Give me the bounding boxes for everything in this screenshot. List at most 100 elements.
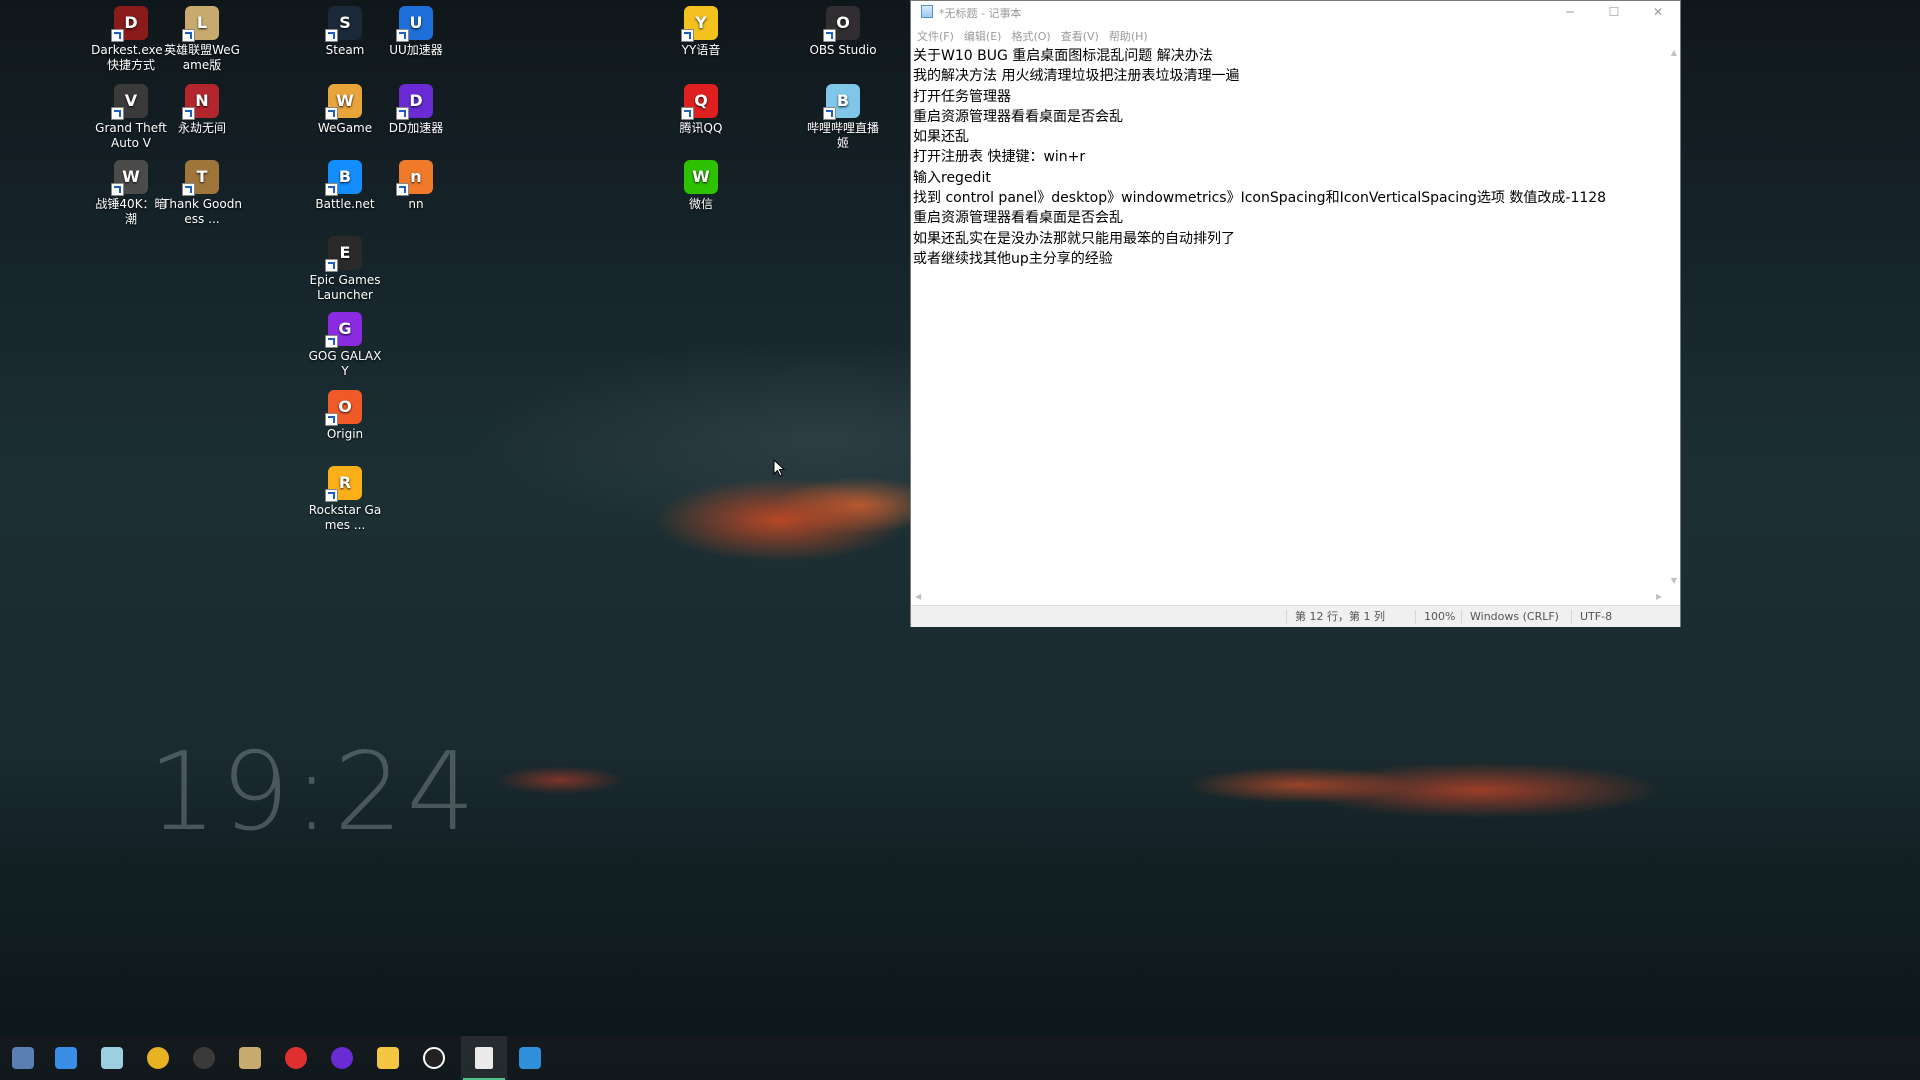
- darktide-icon: W: [111, 160, 148, 196]
- desktop-icon-nn[interactable]: n nn: [376, 160, 456, 212]
- scroll-down-icon[interactable]: ▼: [1670, 577, 1678, 585]
- notepad-titlebar[interactable]: *无标题 - 记事本 ─ ☐ ✕: [911, 1, 1680, 23]
- league-of-legends-icon: L: [182, 6, 219, 42]
- vertical-scrollbar[interactable]: ▲ ▼: [1668, 45, 1680, 591]
- desktop-icon-epic[interactable]: E Epic Games Launcher: [305, 236, 385, 303]
- desktop-icon-bilibili-live[interactable]: B 哔哩哔哩直播姬: [803, 84, 883, 151]
- battlenet-icon: B: [325, 160, 362, 196]
- desktop-icon-origin[interactable]: O Origin: [305, 390, 385, 442]
- desktop-icon-steam[interactable]: S Steam: [305, 6, 385, 58]
- qq-icon: Q: [681, 84, 718, 120]
- desktop-icon-battlenet[interactable]: B Battle.net: [305, 160, 385, 212]
- menu-edit[interactable]: 编辑(E): [958, 25, 1006, 44]
- desktop-icon-dd[interactable]: D DD加速器: [376, 84, 456, 136]
- taskbar-blue-app[interactable]: [43, 1036, 89, 1080]
- desktop-icon-naraka[interactable]: N 永劫无间: [162, 84, 242, 136]
- horizontal-scrollbar[interactable]: ◀ ▶: [911, 591, 1668, 603]
- editor-line: 输入regedit: [913, 169, 991, 186]
- light-blue-app-icon: [101, 1047, 123, 1069]
- text-editor[interactable]: 关于W10 BUG 重启桌面图标混乱问题 解决办法 我的解决方法 用火绒清理垃圾…: [913, 46, 1665, 591]
- desktop-icon-wegame[interactable]: W WeGame: [305, 84, 385, 136]
- editor-line: 如果还乱: [913, 129, 969, 146]
- desktop-icon-yy[interactable]: Y YY语音: [661, 6, 741, 58]
- zoom-level: 100%: [1415, 610, 1464, 624]
- desktop-icon-wechat[interactable]: W 微信: [661, 160, 741, 212]
- origin-icon: O: [325, 390, 362, 426]
- desktop-icon-label: 英雄联盟WeGame版: [164, 43, 240, 72]
- taskbar-notepad[interactable]: [461, 1036, 507, 1080]
- thank-goodness-icon: T: [182, 160, 219, 196]
- desktop-manager-icon: [12, 1047, 34, 1069]
- obs-studio-icon: O: [823, 6, 860, 42]
- taskbar-dd-accelerator[interactable]: [319, 1036, 365, 1080]
- desktop-icon-label: 永劫无间: [177, 121, 226, 135]
- desktop-background: D Darkest.exe - 快捷方式 L 英雄联盟WeGame版 V Gra…: [0, 0, 1920, 1080]
- editor-line: 重启资源管理器看看桌面是否会乱: [913, 210, 1123, 227]
- scroll-left-icon[interactable]: ◀: [915, 593, 923, 601]
- taskbar-file-explorer[interactable]: [365, 1036, 411, 1080]
- desktop-icon-label: Darkest.exe - 快捷方式: [91, 43, 171, 72]
- logitech-ghub-icon: [423, 1047, 445, 1069]
- taskbar-light-blue-app[interactable]: [89, 1036, 135, 1080]
- status-bar: 第 12 行，第 1 列 100% Windows (CRLF) UTF-8: [911, 605, 1680, 627]
- desktop-icon-label: Epic Games Launcher: [309, 273, 381, 302]
- chrome-icon: [147, 1047, 169, 1069]
- desktop-icon-label: 哔哩哔哩直播姬: [806, 121, 879, 150]
- scroll-up-icon[interactable]: ▲: [1670, 49, 1678, 57]
- obs-icon: [193, 1047, 215, 1069]
- menu-format[interactable]: 格式(O): [1005, 25, 1054, 44]
- desktop-icon-label: 腾讯QQ: [679, 121, 723, 135]
- close-button[interactable]: ✕: [1636, 1, 1680, 23]
- menu-help[interactable]: 帮助(H): [1103, 25, 1152, 44]
- taskbar-obs[interactable]: [181, 1036, 227, 1080]
- desktop-icon-label: 微信: [688, 197, 713, 211]
- league-client-icon: [239, 1047, 261, 1069]
- desktop-icon-darkest[interactable]: D Darkest.exe - 快捷方式: [91, 6, 171, 73]
- notepad-window[interactable]: *无标题 - 记事本 ─ ☐ ✕ 文件(F) 编辑(E) 格式(O) 查看(V) 帮助(…: [910, 0, 1681, 627]
- taskbar-logitech-ghub[interactable]: [411, 1036, 457, 1080]
- desktop-icon-gog[interactable]: G GOG GALAXY: [305, 312, 385, 379]
- taskbar-league-client[interactable]: [227, 1036, 273, 1080]
- taskbar-desktop-manager[interactable]: [0, 1036, 46, 1080]
- desktop-icon-darktide[interactable]: W 战锤40K：暗潮: [91, 160, 171, 227]
- desktop-icon-uu[interactable]: U UU加速器: [376, 6, 456, 58]
- gog-galaxy-icon: G: [325, 312, 362, 348]
- scroll-right-icon[interactable]: ▶: [1656, 593, 1664, 601]
- minimize-button[interactable]: ─: [1548, 1, 1592, 23]
- maximize-button[interactable]: ☐: [1592, 1, 1636, 23]
- desktop-icon-obs[interactable]: O OBS Studio: [803, 6, 883, 58]
- naraka-icon: N: [182, 84, 219, 120]
- blue-app-icon: [55, 1047, 77, 1069]
- netease-music-icon: [285, 1047, 307, 1069]
- dd-accelerator-icon: D: [396, 84, 433, 120]
- menu-view[interactable]: 查看(V): [1055, 25, 1103, 44]
- dd-accelerator-icon: [331, 1047, 353, 1069]
- wegame-icon: W: [325, 84, 362, 120]
- desktop-icon-label: DD加速器: [388, 121, 444, 135]
- desktop-icon-label: WeGame: [317, 121, 373, 135]
- bilibili-live-icon: B: [823, 84, 860, 120]
- taskbar-netease-music[interactable]: [273, 1036, 319, 1080]
- uu-accelerator-icon: U: [396, 6, 433, 42]
- notepad-icon: [475, 1047, 493, 1069]
- taskbar-blue-tool[interactable]: [507, 1036, 553, 1080]
- cursor-position: 第 12 行，第 1 列: [1286, 610, 1415, 624]
- desktop-icon-lol-wegame[interactable]: L 英雄联盟WeGame版: [162, 6, 242, 73]
- yy-voice-icon: Y: [681, 6, 718, 42]
- nn-accelerator-icon: n: [396, 160, 433, 196]
- desktop-icon-gta-v[interactable]: V Grand Theft Auto V: [91, 84, 171, 151]
- steam-icon: S: [325, 6, 362, 42]
- desktop-icon-rockstar[interactable]: R Rockstar Games ...: [305, 466, 385, 533]
- gta-v-icon: V: [111, 84, 148, 120]
- line-ending: Windows (CRLF): [1461, 610, 1570, 624]
- editor-line: 如果还乱实在是没办法那就只能用最笨的自动排列了: [913, 230, 1235, 247]
- desktop-icon-thank-goodness[interactable]: T Thank Goodness ...: [162, 160, 242, 227]
- taskbar-chrome[interactable]: [135, 1036, 181, 1080]
- desktop-icon-label: YY语音: [681, 43, 721, 57]
- desktop-icon-qq[interactable]: Q 腾讯QQ: [661, 84, 741, 136]
- menu-file[interactable]: 文件(F): [911, 25, 958, 44]
- wallpaper-clock: 19:24: [148, 730, 480, 855]
- mouse-cursor-icon: [773, 458, 786, 481]
- desktop-icon-label: UU加速器: [389, 43, 443, 57]
- editor-line: 重启资源管理器看看桌面是否会乱: [913, 108, 1123, 125]
